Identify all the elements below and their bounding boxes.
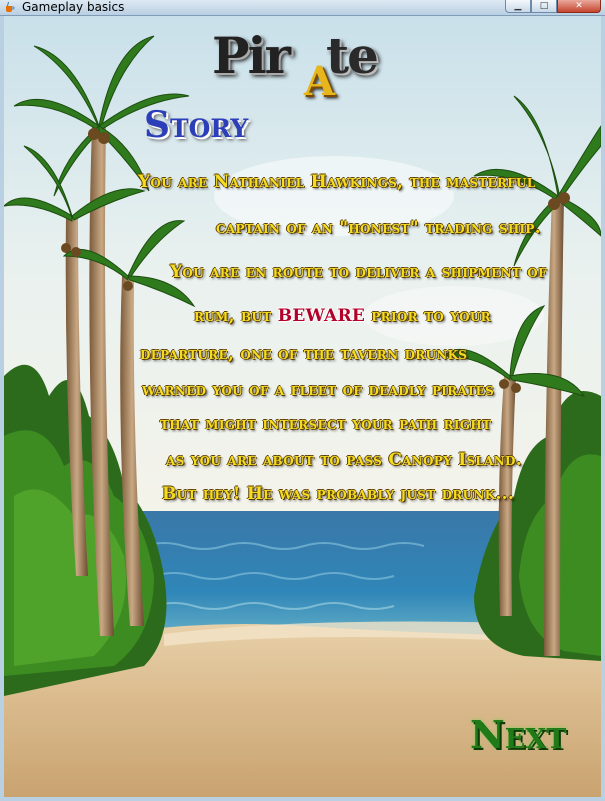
beware-word: BEWARE (277, 306, 366, 326)
story-line-6: warned you of a fleet of deadly pirates (142, 380, 495, 400)
story-line-4: rum, but BEWARE prior to your (194, 306, 491, 326)
story-line-8: as you are about to pass Canopy Island. (166, 450, 522, 470)
window-title: Gameplay basics (22, 0, 125, 14)
story-line-4-end: prior to your (371, 306, 491, 326)
window-frame-right (601, 16, 605, 801)
story-line-4-start: rum, but (194, 306, 272, 326)
window-titlebar[interactable]: Gameplay basics ▁ □ ✕ (0, 0, 605, 16)
window-frame-bottom (0, 797, 605, 801)
logo-pir: Pir (212, 26, 291, 85)
minimize-button[interactable]: ▁ (505, 0, 531, 13)
close-button[interactable]: ✕ (557, 0, 601, 13)
game-canvas: Pir A te Story You are Nathaniel Hawking… (4, 16, 601, 797)
window-controls: ▁ □ ✕ (505, 0, 601, 13)
story-line-7: that might intersect your path right (160, 414, 492, 434)
story-line-3: You are en route to deliver a shipment o… (170, 262, 547, 282)
next-button[interactable]: Next (470, 712, 566, 757)
story-line-1: You are Nathaniel Hawkings, the masterfu… (138, 172, 536, 192)
story-line-5: departure, one of the tavern drunks (140, 344, 468, 364)
story-line-2: captain of an "honest" trading ship. (216, 218, 541, 238)
maximize-button[interactable]: □ (531, 0, 557, 13)
java-cup-icon (6, 1, 15, 12)
beach-scene (4, 16, 601, 797)
story-line-9: But hey! He was probably just drunk... (162, 484, 515, 504)
story-heading: Story (144, 104, 249, 146)
logo-te: te (326, 26, 379, 85)
